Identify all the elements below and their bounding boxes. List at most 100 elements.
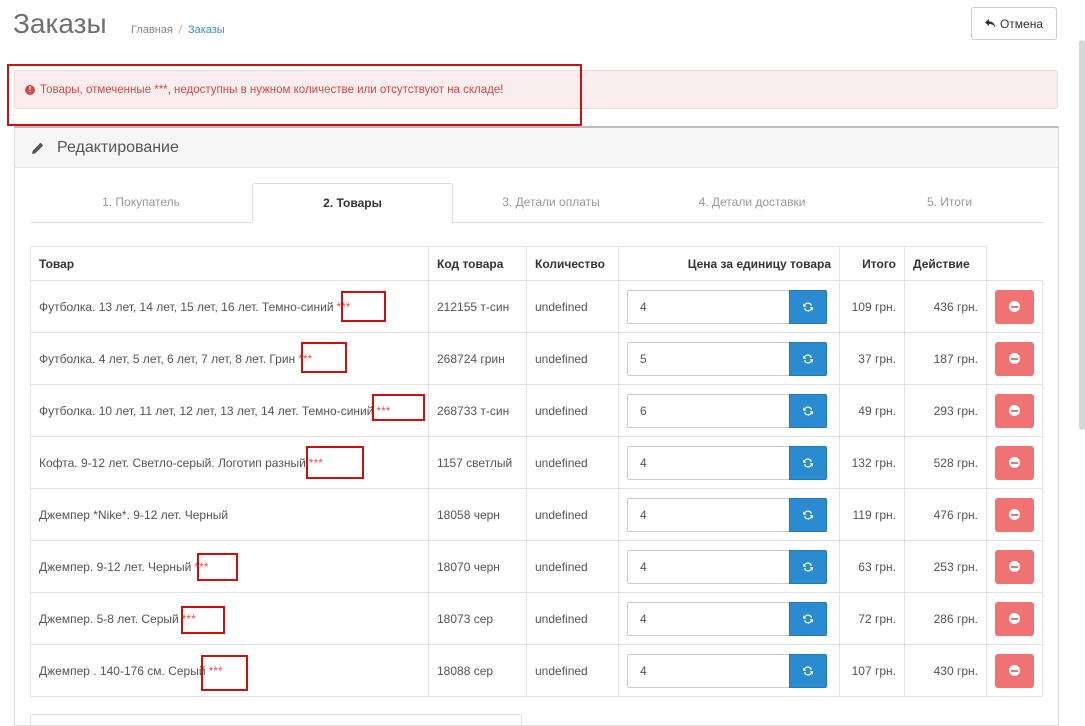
quantity-input[interactable] [627, 393, 789, 428]
minus-circle-icon [1009, 613, 1020, 624]
breadcrumb-home[interactable]: Главная [131, 24, 173, 36]
minus-circle-icon [1009, 509, 1020, 520]
header-unit-price: Цена за единицу товара [618, 246, 840, 281]
product-quantity: undefined [526, 332, 619, 385]
refresh-icon [803, 613, 813, 624]
product-cell: Джемпер. 5-8 лет. Серый *** [30, 592, 429, 645]
breadcrumb-current[interactable]: Заказы [188, 24, 225, 36]
unit-price: 109 грн. [839, 280, 905, 333]
tab-customer[interactable]: 1. Покупатель [31, 183, 251, 222]
page-title: Заказы [13, 8, 107, 39]
header-product: Товар [30, 246, 429, 281]
tabs: 1. Покупатель 2. Товары 3. Детали оплаты… [31, 183, 1044, 223]
annotation-stars-row-4 [306, 446, 364, 479]
annotation-stars-row-3 [372, 394, 425, 421]
line-total: 286 грн. [904, 592, 987, 645]
table-row: Кофта. 9-12 лет. Светло-серый. Логотип р… [30, 436, 1043, 489]
remove-button[interactable] [995, 341, 1034, 376]
quantity-input[interactable] [627, 341, 789, 376]
product-quantity: undefined [526, 592, 619, 645]
tab-payment[interactable]: 3. Детали оплаты [453, 183, 649, 222]
panel-header: Редактирование [15, 128, 1058, 168]
product-code: 268724 грин [428, 332, 527, 385]
quantity-input[interactable] [627, 445, 789, 480]
quantity-cell [618, 592, 840, 645]
refresh-button[interactable] [789, 393, 827, 428]
remove-button[interactable] [995, 497, 1034, 532]
remove-button[interactable] [995, 393, 1034, 428]
unit-price: 37 грн. [839, 332, 905, 385]
refresh-icon [803, 665, 813, 676]
line-total: 293 грн. [904, 384, 987, 437]
refresh-button[interactable] [789, 549, 827, 584]
line-total: 430 грн. [904, 644, 987, 697]
header-spacer [986, 246, 1043, 281]
action-cell [986, 332, 1043, 385]
refresh-icon [803, 405, 813, 416]
product-cell: Футболка. 10 лет, 11 лет, 12 лет, 13 лет… [30, 384, 429, 437]
line-total: 253 грн. [904, 540, 987, 593]
quantity-input[interactable] [627, 497, 789, 532]
annotation-stars-row-8 [201, 655, 248, 691]
minus-circle-icon [1009, 561, 1020, 572]
unit-price: 49 грн. [839, 384, 905, 437]
action-cell [986, 592, 1043, 645]
quantity-cell [618, 540, 840, 593]
product-quantity: undefined [526, 644, 619, 697]
quantity-cell [618, 644, 840, 697]
refresh-button[interactable] [789, 653, 827, 688]
quantity-input[interactable] [627, 601, 789, 636]
remove-button[interactable] [995, 289, 1034, 324]
remove-button[interactable] [995, 445, 1034, 480]
table-row: Футболка. 4 лет, 5 лет, 6 лет, 7 лет, 8 … [30, 332, 1043, 385]
product-cell: Джемпер *Nike*. 9-12 лет. Черный [30, 488, 429, 541]
product-name: Джемпер. 9-12 лет. Черный [39, 559, 192, 574]
product-name: Джемпер *Nike*. 9-12 лет. Черный [39, 507, 229, 522]
product-code: 18073 сер [428, 592, 527, 645]
quantity-cell [618, 436, 840, 489]
quantity-cell [618, 280, 840, 333]
page-scrollbar[interactable] [1079, 40, 1085, 430]
refresh-button[interactable] [789, 497, 827, 532]
line-total: 528 грн. [904, 436, 987, 489]
product-quantity: undefined [526, 384, 619, 437]
product-code: 212155 т-син [428, 280, 527, 333]
remove-button[interactable] [995, 549, 1034, 584]
header-quantity: Количество [526, 246, 619, 281]
product-name: Футболка. 4 лет, 5 лет, 6 лет, 7 лет, 8 … [39, 351, 296, 366]
refresh-button[interactable] [789, 289, 827, 324]
refresh-button[interactable] [789, 341, 827, 376]
tab-totals[interactable]: 5. Итоги [855, 183, 1044, 222]
quantity-input[interactable] [627, 549, 789, 584]
refresh-button[interactable] [789, 445, 827, 480]
unit-price: 107 грн. [839, 644, 905, 697]
cancel-button-label: Отмена [999, 16, 1044, 31]
tab-products[interactable]: 2. Товары [252, 183, 453, 223]
table-row: Футболка. 10 лет, 11 лет, 12 лет, 13 лет… [30, 384, 1043, 437]
header-code: Код товара [428, 246, 527, 281]
action-cell [986, 384, 1043, 437]
refresh-icon [803, 509, 813, 520]
cancel-button[interactable]: Отмена [971, 7, 1057, 40]
refresh-button[interactable] [789, 601, 827, 636]
remove-button[interactable] [995, 601, 1034, 636]
table-row: Джемпер. 9-12 лет. Черный *** 18070 черн un… [30, 540, 1043, 593]
unit-price: 72 грн. [839, 592, 905, 645]
line-total: 436 грн. [904, 280, 987, 333]
annotation-stars-row-1 [341, 291, 386, 322]
product-quantity: undefined [526, 280, 619, 333]
unit-price: 63 грн. [839, 540, 905, 593]
refresh-icon [803, 561, 813, 572]
refresh-icon [803, 301, 813, 312]
tab-shipping[interactable]: 4. Детали доставки [649, 183, 855, 222]
unit-price: 132 грн. [839, 436, 905, 489]
reply-arrow-icon [984, 18, 996, 28]
action-cell [986, 644, 1043, 697]
quantity-input[interactable] [627, 653, 789, 688]
table-header-row: Товар Код товара Количество Цена за един… [30, 246, 1043, 281]
action-cell [986, 540, 1043, 593]
quantity-cell [618, 384, 840, 437]
remove-button[interactable] [995, 653, 1034, 688]
product-code: 18088 сер [428, 644, 527, 697]
quantity-input[interactable] [627, 289, 789, 324]
